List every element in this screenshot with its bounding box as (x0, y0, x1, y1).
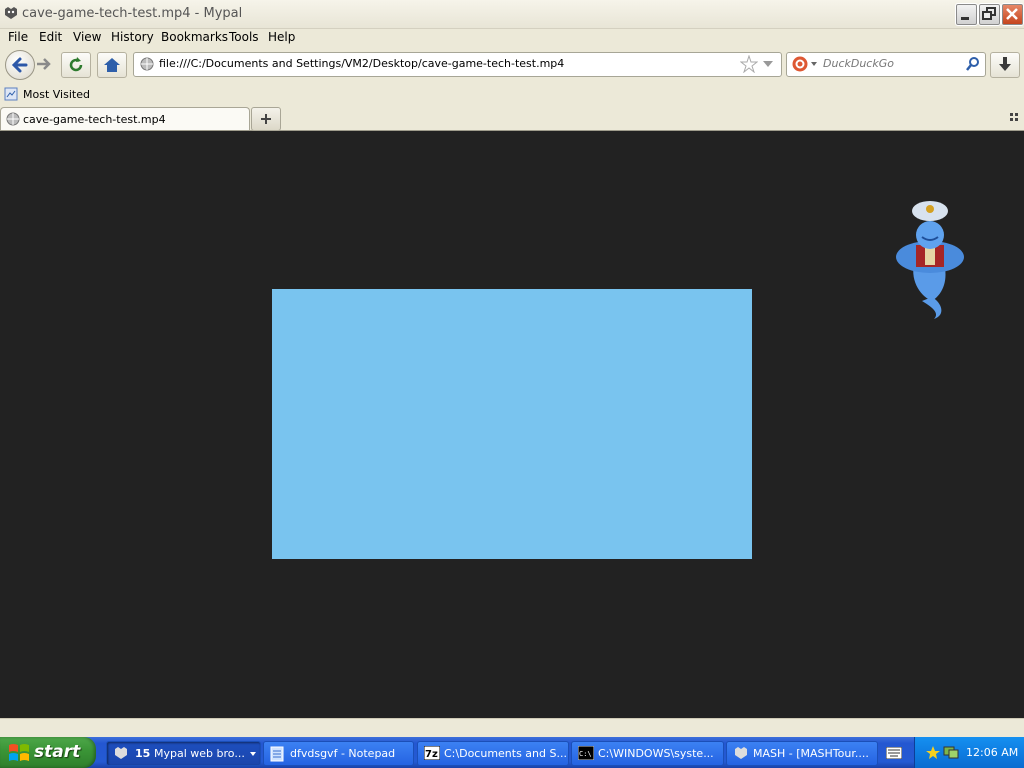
close-button[interactable] (1001, 3, 1024, 26)
taskbar-item-label: Mypal web bro... (154, 747, 245, 760)
keyboard-language-icon[interactable] (886, 747, 902, 759)
start-button[interactable]: start (0, 737, 96, 768)
genie-assistant-icon[interactable] (892, 197, 968, 321)
system-tray: 12:06 AM (914, 737, 1024, 768)
menu-bar: File Edit View History Bookmarks Tools H… (0, 28, 1024, 48)
windows-logo-icon (9, 744, 29, 761)
svg-text:7z: 7z (425, 749, 438, 760)
plus-icon (261, 114, 271, 124)
reload-button[interactable] (61, 52, 91, 78)
bookmarks-toolbar: Most Visited (0, 84, 1024, 106)
menu-tools[interactable]: Tools (229, 30, 259, 44)
mash-app-icon (735, 747, 747, 759)
tray-star-icon[interactable] (925, 745, 941, 759)
taskbar-group-count: 15 (135, 747, 151, 760)
taskbar-item-mash[interactable]: MASH - [MASHTour.... (726, 741, 878, 766)
navigation-toolbar: file:///C:/Documents and Settings/VM2/De… (0, 48, 1024, 82)
new-tab-button[interactable] (251, 107, 281, 131)
menu-edit[interactable]: Edit (39, 30, 62, 44)
menu-help[interactable]: Help (268, 30, 295, 44)
clock[interactable]: 12:06 AM (966, 746, 1018, 759)
minimize-icon (961, 17, 969, 20)
taskbar-item-label: MASH - [MASHTour.... (753, 747, 869, 760)
globe-icon (140, 57, 154, 71)
search-bar[interactable]: DuckDuckGo (786, 52, 986, 77)
7zip-icon: 7z (424, 746, 440, 760)
chevron-down-icon (250, 752, 256, 756)
taskbar-item-label: C:\WINDOWS\syste... (598, 747, 714, 760)
globe-icon (6, 112, 20, 126)
reload-icon (69, 57, 83, 72)
duckduckgo-logo-icon[interactable] (792, 56, 808, 72)
tab-strip: cave-game-tech-test.mp4 (0, 106, 1024, 131)
title-bar: cave-game-tech-test.mp4 - Mypal (0, 0, 1024, 29)
search-placeholder[interactable]: DuckDuckGo (823, 57, 894, 70)
chevron-down-icon[interactable] (763, 61, 773, 67)
tab-label: cave-game-tech-test.mp4 (23, 113, 166, 126)
taskbar-item-notepad[interactable]: dfvdsgvf - Notepad (263, 741, 414, 766)
mypal-app-icon (115, 747, 127, 759)
back-arrow-icon (11, 57, 28, 73)
url-bar[interactable]: file:///C:/Documents and Settings/VM2/De… (133, 52, 782, 77)
taskbar-item-cmd[interactable]: C:\ C:\WINDOWS\syste... (571, 741, 724, 766)
menu-bookmarks[interactable]: Bookmarks (161, 30, 228, 44)
search-icon[interactable] (965, 56, 981, 72)
home-icon (104, 58, 120, 72)
url-text[interactable]: file:///C:/Documents and Settings/VM2/De… (159, 57, 564, 70)
forward-arrow-icon (37, 58, 51, 70)
forward-button[interactable] (34, 56, 54, 72)
download-arrow-icon (999, 57, 1011, 71)
menu-history[interactable]: History (111, 30, 154, 44)
page-content (0, 131, 1024, 718)
bookmark-star-icon[interactable] (740, 55, 758, 73)
taskbar-item-7zip[interactable]: 7z C:\Documents and S... (417, 741, 569, 766)
minimize-button[interactable] (955, 3, 978, 26)
taskbar-item-label: dfvdsgvf - Notepad (290, 747, 396, 760)
video-player[interactable] (272, 289, 752, 559)
taskbar: start 15 Mypal web bro... dfvdsgvf - Not… (0, 737, 1024, 768)
most-visited-icon (4, 87, 18, 101)
command-prompt-icon: C:\ (578, 746, 594, 760)
taskbar-item-mypal[interactable]: 15 Mypal web bro... (106, 741, 261, 766)
downloads-button[interactable] (990, 52, 1020, 78)
restore-icon (982, 7, 996, 20)
close-icon (1006, 8, 1018, 20)
restore-button[interactable] (978, 3, 1001, 26)
menu-view[interactable]: View (73, 30, 101, 44)
back-button[interactable] (5, 50, 35, 80)
bookmark-most-visited[interactable]: Most Visited (23, 88, 90, 101)
tab-list-icon[interactable] (1010, 113, 1020, 123)
svg-text:C:\: C:\ (579, 750, 592, 758)
home-button[interactable] (97, 52, 127, 78)
tab-video[interactable]: cave-game-tech-test.mp4 (0, 107, 250, 130)
menu-file[interactable]: File (8, 30, 28, 44)
status-bar (0, 718, 1024, 738)
window-title: cave-game-tech-test.mp4 - Mypal (22, 6, 243, 21)
mypal-app-icon (5, 7, 17, 19)
taskbar-item-label: C:\Documents and S... (444, 747, 567, 760)
search-engine-dropdown-icon[interactable] (811, 62, 817, 66)
start-label: start (34, 742, 81, 762)
tray-network-icon[interactable] (943, 745, 959, 759)
notepad-icon (270, 746, 284, 762)
